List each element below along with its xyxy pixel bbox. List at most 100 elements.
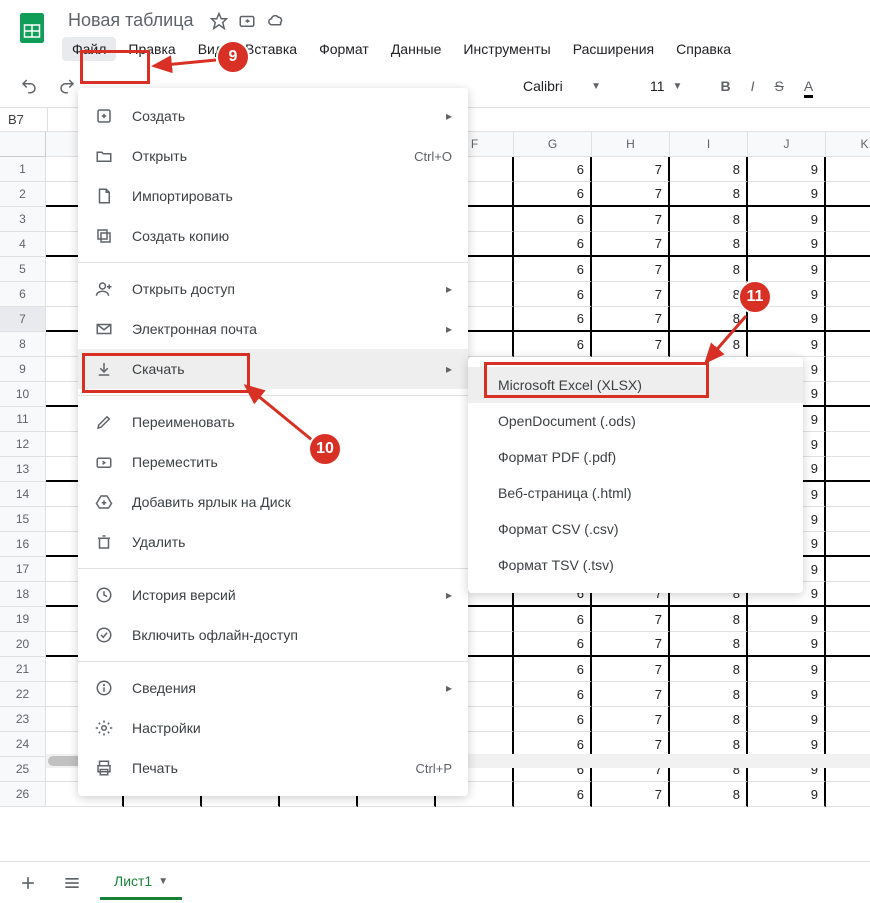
row-header[interactable]: 12 [0,432,46,457]
row-header[interactable]: 8 [0,332,46,357]
column-header[interactable]: J [748,132,826,157]
cell[interactable]: 8 [670,207,748,232]
cell[interactable]: 6 [514,782,592,807]
cell[interactable]: 10 [826,332,870,357]
submenu-item[interactable]: OpenDocument (.ods) [468,403,803,439]
cell[interactable]: 7 [592,707,670,732]
cell[interactable]: 6 [514,257,592,282]
cell[interactable]: 10 [826,382,870,407]
cell[interactable]: 6 [514,707,592,732]
sheet-tab-active[interactable]: Лист1 ▼ [100,865,182,900]
cell[interactable]: 9 [748,207,826,232]
column-header[interactable]: G [514,132,592,157]
cell[interactable]: 8 [670,282,748,307]
menu-item-справка[interactable]: Справка [666,37,741,61]
cell[interactable]: 8 [670,257,748,282]
cell[interactable]: 9 [748,157,826,182]
cell[interactable]: 7 [592,682,670,707]
menu-item-история-версий[interactable]: История версий▸ [78,575,468,615]
cell[interactable]: 9 [748,257,826,282]
row-header[interactable]: 18 [0,582,46,607]
row-header[interactable]: 21 [0,657,46,682]
cell[interactable]: 10 [826,507,870,532]
submenu-item[interactable]: Формат CSV (.csv) [468,511,803,547]
row-header[interactable]: 24 [0,732,46,757]
column-header[interactable]: I [670,132,748,157]
cell[interactable]: 8 [670,307,748,332]
cell[interactable]: 6 [514,157,592,182]
row-header[interactable]: 5 [0,257,46,282]
menu-item-расширения[interactable]: Расширения [563,37,664,61]
row-header[interactable]: 22 [0,682,46,707]
cell[interactable]: 8 [670,607,748,632]
cell[interactable]: 10 [826,482,870,507]
cell[interactable]: 8 [670,657,748,682]
cell[interactable]: 10 [826,607,870,632]
row-header[interactable]: 3 [0,207,46,232]
column-header[interactable]: K [826,132,870,157]
row-header[interactable]: 25 [0,757,46,782]
row-header[interactable]: 7 [0,307,46,332]
cell[interactable]: 7 [592,782,670,807]
row-header[interactable]: 9 [0,357,46,382]
cell[interactable]: 10 [826,307,870,332]
cell[interactable]: 7 [592,332,670,357]
row-header[interactable]: 2 [0,182,46,207]
cell[interactable]: 8 [670,782,748,807]
row-header[interactable]: 11 [0,407,46,432]
menu-item-переместить[interactable]: Переместить [78,442,468,482]
menu-item-данные[interactable]: Данные [381,37,452,61]
bold-button[interactable]: B [712,72,738,100]
submenu-item[interactable]: Веб-страница (.html) [468,475,803,511]
cell[interactable]: 6 [514,307,592,332]
cell[interactable]: 10 [826,357,870,382]
cell[interactable]: 9 [748,307,826,332]
move-folder-icon[interactable] [238,12,256,30]
row-header[interactable]: 23 [0,707,46,732]
cell[interactable]: 8 [670,707,748,732]
row-header[interactable]: 16 [0,532,46,557]
cell[interactable]: 7 [592,307,670,332]
cell[interactable]: 7 [592,232,670,257]
row-header[interactable]: 26 [0,782,46,807]
font-family-select[interactable]: Calibri ▼ [512,73,612,99]
row-header[interactable]: 14 [0,482,46,507]
cell[interactable]: 10 [826,557,870,582]
cell[interactable]: 7 [592,207,670,232]
menu-item-переименовать[interactable]: Переименовать [78,402,468,442]
cell[interactable]: 10 [826,657,870,682]
cell[interactable]: 8 [670,682,748,707]
cell[interactable]: 10 [826,457,870,482]
menu-item-электронная-почта[interactable]: Электронная почта▸ [78,309,468,349]
menu-item-открыть-доступ[interactable]: Открыть доступ▸ [78,269,468,309]
cell[interactable]: 10 [826,232,870,257]
cell[interactable]: 9 [748,182,826,207]
cell[interactable]: 10 [826,682,870,707]
menu-item-добавить-ярлык-на-диск[interactable]: Добавить ярлык на Диск [78,482,468,522]
cell[interactable]: 7 [592,282,670,307]
strikethrough-button[interactable]: S [766,72,791,100]
cell[interactable]: 10 [826,432,870,457]
cell[interactable]: 9 [748,707,826,732]
cell[interactable]: 6 [514,632,592,657]
cell[interactable]: 10 [826,257,870,282]
submenu-item[interactable]: Microsoft Excel (XLSX) [468,367,803,403]
cell[interactable]: 9 [748,632,826,657]
menu-item-правка[interactable]: Правка [118,37,185,61]
name-box[interactable]: B7 [0,108,48,131]
row-header[interactable]: 1 [0,157,46,182]
menu-item-печать[interactable]: ПечатьCtrl+P [78,748,468,788]
cell[interactable]: 8 [670,182,748,207]
cell[interactable]: 6 [514,282,592,307]
star-icon[interactable] [210,12,228,30]
document-title[interactable]: Новая таблица [62,8,200,33]
cell[interactable]: 10 [826,532,870,557]
row-header[interactable]: 6 [0,282,46,307]
cell[interactable]: 6 [514,182,592,207]
cell[interactable]: 7 [592,257,670,282]
row-header[interactable]: 4 [0,232,46,257]
row-header[interactable]: 13 [0,457,46,482]
cell[interactable]: 7 [592,632,670,657]
row-header[interactable]: 19 [0,607,46,632]
add-sheet-button[interactable] [12,867,44,899]
